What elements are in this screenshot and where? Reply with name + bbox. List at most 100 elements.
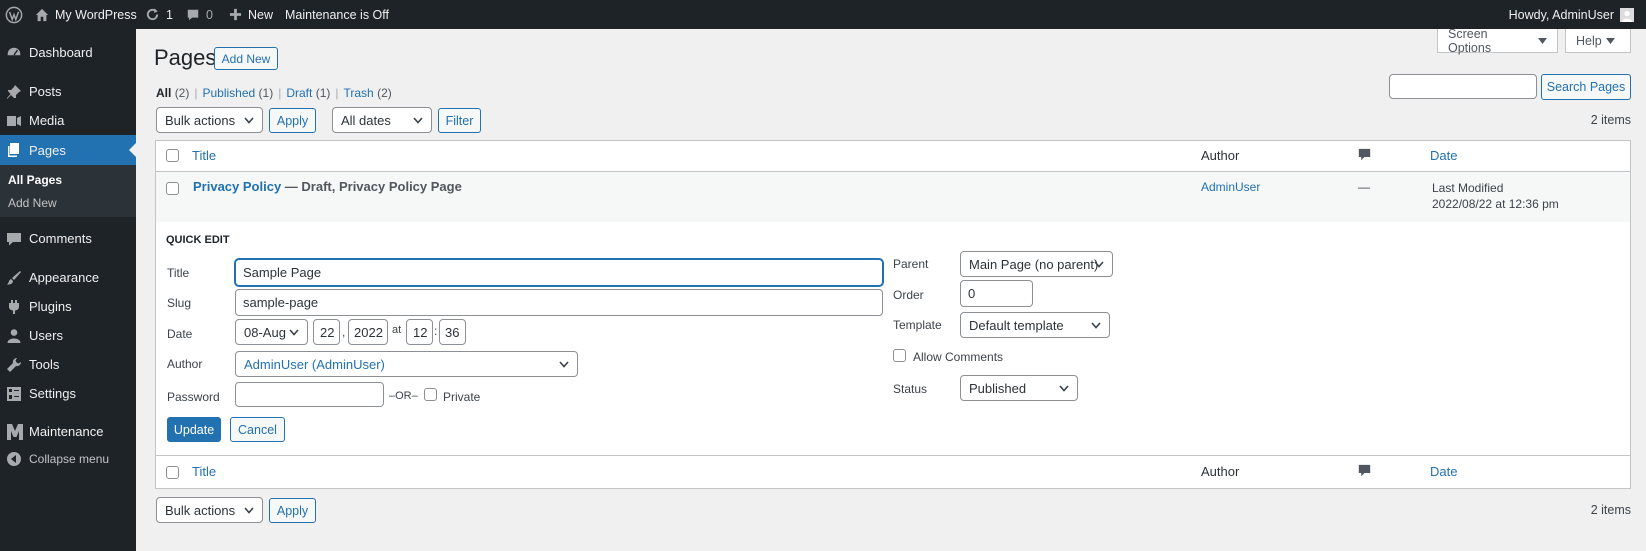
day-input[interactable]: 22 bbox=[313, 319, 340, 345]
template-select[interactable]: Default template bbox=[960, 312, 1110, 338]
screen-options-tab[interactable]: Screen Options bbox=[1437, 27, 1558, 55]
media-icon bbox=[7, 116, 21, 126]
password-input[interactable] bbox=[235, 382, 384, 407]
row-date: Last Modified 2022/08/22 at 12:36 pm bbox=[1432, 181, 1559, 211]
row-title-link[interactable]: Privacy Policy bbox=[193, 179, 281, 194]
filter-published[interactable]: Published (1) bbox=[202, 86, 273, 100]
chevron-down-icon bbox=[1091, 322, 1101, 329]
bulk-actions-select-bottom[interactable]: Bulk actions bbox=[156, 497, 263, 523]
pin-icon bbox=[7, 85, 21, 99]
comment-bubble-icon bbox=[1358, 464, 1371, 477]
slug-input[interactable]: sample-page bbox=[235, 289, 883, 316]
sidebar-item-tools[interactable]: Tools bbox=[0, 350, 136, 379]
pages-submenu: All Pages Add New bbox=[0, 165, 136, 217]
hour-input[interactable]: 12 bbox=[406, 319, 433, 345]
chevron-down-icon bbox=[413, 117, 423, 124]
updates-link[interactable]: 1 bbox=[145, 0, 173, 29]
chevron-down-icon bbox=[244, 117, 254, 124]
sidebar-item-posts[interactable]: Posts bbox=[0, 77, 136, 106]
title-input[interactable]: Sample Page bbox=[235, 259, 883, 286]
status-select[interactable]: Published bbox=[960, 375, 1078, 401]
status-label: Status bbox=[893, 382, 928, 396]
admin-sidebar: Dashboard Posts Media Pages All Pages Ad… bbox=[0, 29, 136, 551]
sidebar-item-media[interactable]: Media bbox=[0, 106, 136, 135]
caret-down-icon bbox=[1538, 37, 1547, 44]
sidebar-item-settings[interactable]: Settings bbox=[0, 379, 136, 408]
minute-input[interactable]: 36 bbox=[439, 319, 466, 345]
row-post-state: — Draft, Privacy Policy Page bbox=[284, 179, 462, 194]
row-title: Privacy Policy — Draft, Privacy Policy P… bbox=[193, 179, 462, 194]
help-tab[interactable]: Help bbox=[1565, 29, 1631, 53]
pages-icon bbox=[8, 143, 19, 157]
column-title-sort[interactable]: Title bbox=[192, 148, 216, 163]
password-label: Password bbox=[167, 390, 220, 404]
apply-button[interactable]: Apply bbox=[269, 108, 316, 133]
date-filter-select[interactable]: All dates bbox=[332, 107, 432, 133]
submenu-add-new[interactable]: Add New bbox=[8, 196, 57, 210]
dashboard-icon bbox=[6, 46, 22, 57]
column-date-sort-footer[interactable]: Date bbox=[1430, 464, 1457, 479]
search-pages-button[interactable]: Search Pages bbox=[1541, 74, 1631, 100]
chevron-down-icon bbox=[289, 329, 299, 336]
select-all-checkbox-footer[interactable] bbox=[166, 466, 179, 479]
sidebar-collapse-menu[interactable]: Collapse menu bbox=[0, 444, 136, 473]
allow-comments-label: Allow Comments bbox=[913, 350, 1004, 364]
year-input[interactable]: 2022 bbox=[348, 319, 388, 345]
sidebar-item-users[interactable]: Users bbox=[0, 321, 136, 350]
row-comments: — bbox=[1358, 180, 1370, 194]
column-title-sort-footer[interactable]: Title bbox=[192, 464, 216, 479]
chevron-down-icon bbox=[1094, 261, 1104, 268]
slug-label: Slug bbox=[167, 296, 192, 310]
row-author-link[interactable]: AdminUser bbox=[1201, 180, 1260, 194]
plugin-icon bbox=[9, 300, 19, 314]
new-content-link[interactable]: New bbox=[229, 0, 273, 29]
parent-select[interactable]: Main Page (no parent) bbox=[960, 251, 1113, 277]
site-name-link[interactable]: My WordPress bbox=[35, 0, 137, 29]
sidebar-item-comments[interactable]: Comments bbox=[0, 224, 136, 253]
template-label: Template bbox=[893, 318, 942, 332]
filter-button[interactable]: Filter bbox=[438, 108, 481, 133]
wordpress-logo-icon[interactable] bbox=[5, 0, 23, 29]
comments-link[interactable]: 0 bbox=[186, 0, 213, 29]
sidebar-item-maintenance[interactable]: Maintenance bbox=[0, 417, 136, 446]
apply-button-bottom[interactable]: Apply bbox=[269, 498, 316, 523]
new-label: New bbox=[248, 7, 274, 22]
month-select[interactable]: 08-Aug bbox=[235, 319, 308, 345]
update-button[interactable]: Update bbox=[167, 417, 221, 442]
filter-trash[interactable]: Trash (2) bbox=[344, 86, 392, 100]
search-input[interactable] bbox=[1389, 74, 1537, 99]
row-checkbox[interactable] bbox=[166, 182, 179, 195]
avatar bbox=[1620, 7, 1634, 22]
maintenance-status-link[interactable]: Maintenance is Off bbox=[285, 0, 389, 29]
comment-bubble-icon bbox=[1358, 148, 1371, 161]
or-label: –OR– bbox=[389, 390, 418, 402]
sidebar-item-plugins[interactable]: Plugins bbox=[0, 292, 136, 321]
add-new-button[interactable]: Add New bbox=[214, 47, 278, 70]
collapse-icon bbox=[7, 452, 21, 466]
comments-count: 0 bbox=[206, 7, 213, 22]
date-label: Date bbox=[167, 327, 193, 341]
sidebar-item-dashboard[interactable]: Dashboard bbox=[0, 38, 136, 67]
sidebar-item-appearance[interactable]: Appearance bbox=[0, 263, 136, 292]
author-select[interactable]: AdminUser (AdminUser) bbox=[235, 351, 578, 377]
column-author: Author bbox=[1201, 148, 1240, 163]
cancel-button[interactable]: Cancel bbox=[230, 417, 285, 442]
title-label: Title bbox=[167, 266, 190, 280]
user-account-menu[interactable]: Howdy, AdminUser bbox=[1509, 0, 1634, 29]
page-title: Pages bbox=[154, 45, 217, 70]
settings-icon bbox=[7, 387, 21, 401]
sidebar-item-pages[interactable]: Pages bbox=[0, 135, 136, 165]
admin-bar: My WordPress 1 0 New Maintenance is Off … bbox=[0, 0, 1646, 29]
plus-icon bbox=[229, 8, 242, 21]
comment-icon bbox=[187, 9, 199, 20]
maintenance-icon bbox=[7, 424, 23, 440]
allow-comments-checkbox[interactable] bbox=[893, 349, 906, 362]
filter-all[interactable]: All (2) bbox=[156, 86, 189, 100]
order-input[interactable]: 0 bbox=[960, 280, 1033, 307]
bulk-actions-select[interactable]: Bulk actions bbox=[156, 107, 263, 133]
submenu-all-pages[interactable]: All Pages bbox=[8, 173, 62, 187]
select-all-checkbox[interactable] bbox=[166, 149, 179, 162]
filter-draft[interactable]: Draft (1) bbox=[286, 86, 330, 100]
column-date-sort[interactable]: Date bbox=[1430, 148, 1457, 163]
private-checkbox[interactable] bbox=[424, 388, 437, 401]
